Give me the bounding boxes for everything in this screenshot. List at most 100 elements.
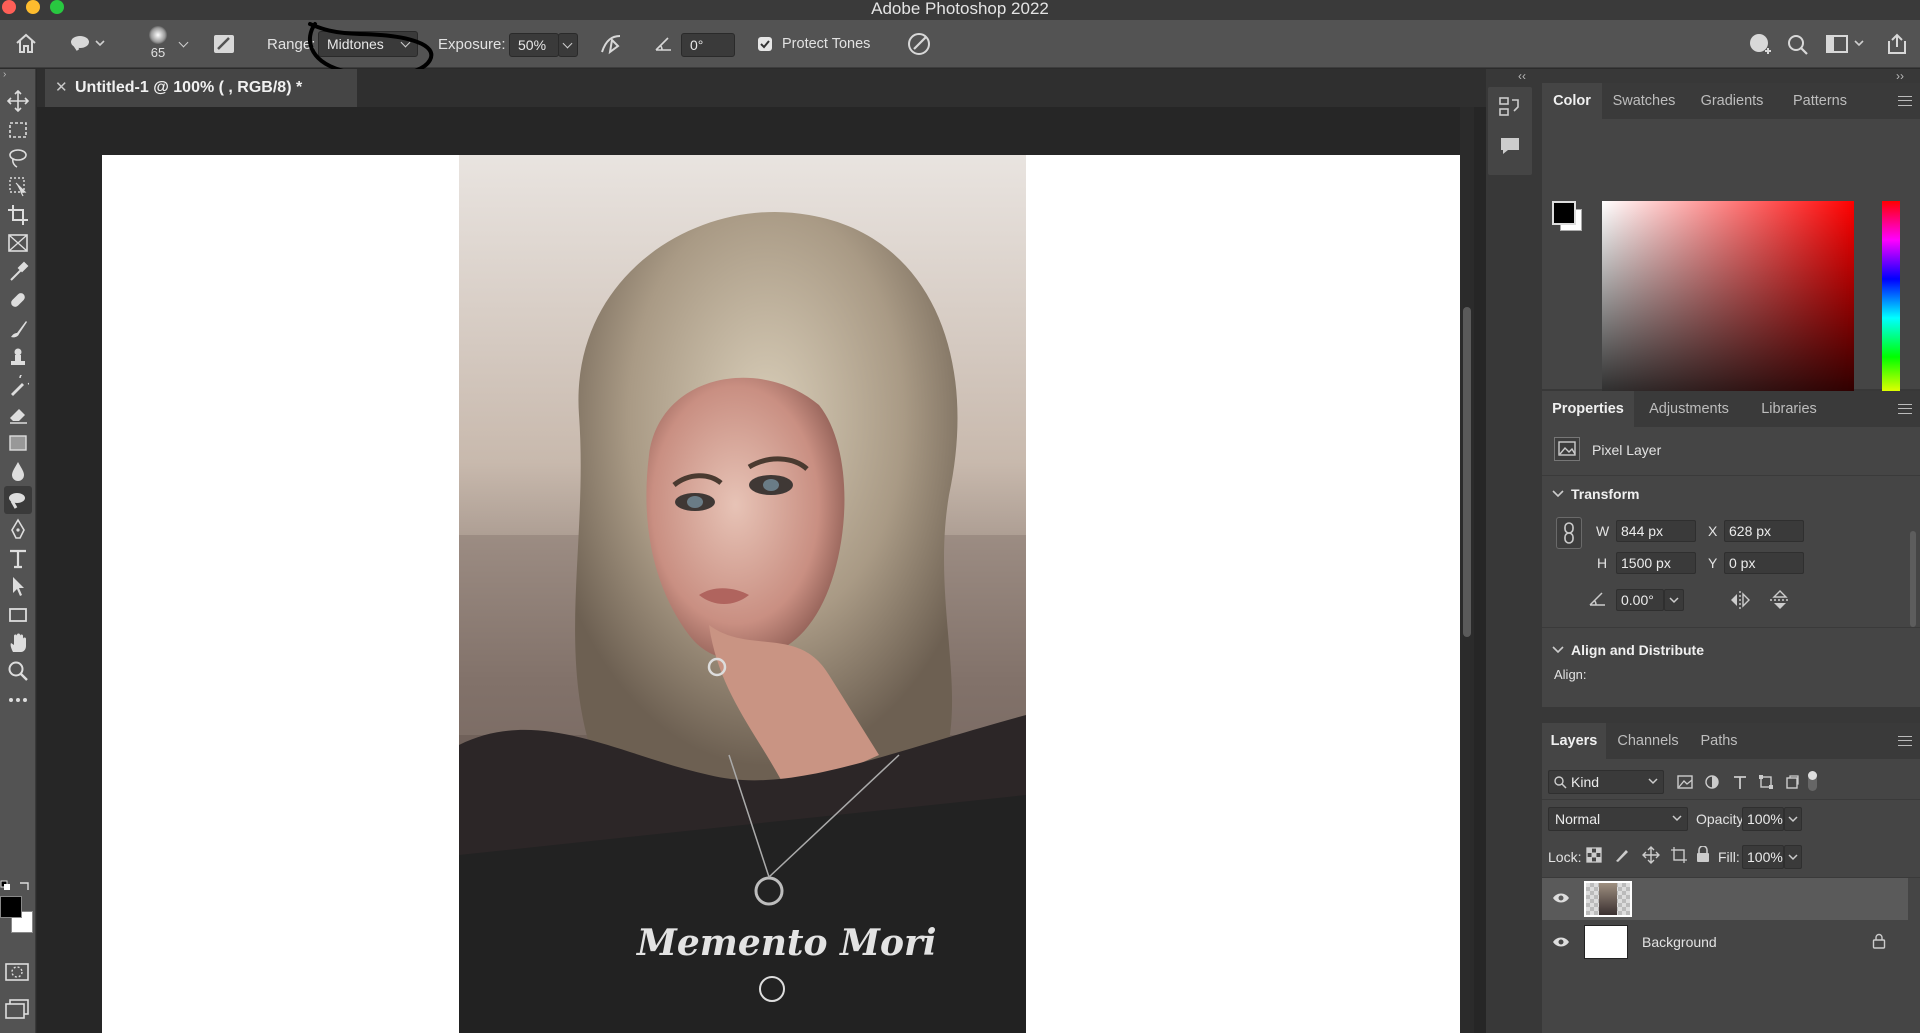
protect-tones-checkbox[interactable] bbox=[758, 37, 772, 51]
height-input[interactable]: 1500 px bbox=[1616, 552, 1696, 574]
hand-tool[interactable] bbox=[4, 629, 32, 657]
tab-libraries[interactable]: Libraries bbox=[1744, 391, 1834, 427]
chevron-down-icon[interactable] bbox=[178, 37, 189, 48]
blur-tool[interactable] bbox=[4, 457, 32, 485]
rectangle-tool[interactable] bbox=[4, 601, 32, 629]
object-selection-tool[interactable] bbox=[4, 172, 32, 200]
brush-angle-input[interactable]: 0° bbox=[681, 33, 735, 57]
tab-swatches[interactable]: Swatches bbox=[1602, 83, 1686, 119]
dodge-tool[interactable] bbox=[4, 486, 32, 514]
filter-type-layers-icon[interactable] bbox=[1732, 774, 1748, 790]
flip-vertical-button[interactable] bbox=[1768, 589, 1792, 611]
home-button[interactable] bbox=[14, 32, 38, 54]
lock-position-icon[interactable] bbox=[1642, 846, 1660, 864]
portrait-photo-layer[interactable]: Memento Mori bbox=[459, 155, 1026, 1033]
chevron-down-icon[interactable] bbox=[1552, 645, 1564, 655]
opacity-input[interactable]: 100% bbox=[1742, 807, 1784, 831]
expand-panels-icon[interactable]: ›› bbox=[1896, 69, 1904, 83]
layer-name[interactable]: Background bbox=[1642, 934, 1717, 950]
expand-toolbar-icon[interactable]: › bbox=[0, 69, 36, 80]
lock-artboard-icon[interactable] bbox=[1670, 847, 1688, 863]
width-input[interactable]: 844 px bbox=[1616, 520, 1696, 542]
lock-all-icon[interactable] bbox=[1696, 846, 1710, 863]
lock-transparent-pixels-icon[interactable] bbox=[1586, 847, 1602, 863]
panel-menu-icon[interactable] bbox=[1898, 96, 1912, 106]
y-input[interactable]: 0 px bbox=[1724, 552, 1804, 574]
eyedropper-tool[interactable] bbox=[4, 258, 32, 286]
edit-toolbar[interactable] bbox=[4, 686, 32, 714]
document-tab[interactable]: ✕ Untitled-1 @ 100% ( , RGB/8) * bbox=[45, 69, 357, 107]
tab-color[interactable]: Color bbox=[1542, 83, 1602, 119]
crop-tool[interactable] bbox=[4, 201, 32, 229]
fill-input[interactable]: 100% bbox=[1742, 845, 1784, 869]
close-tab-icon[interactable]: ✕ bbox=[55, 69, 68, 107]
canvas-area[interactable]: Memento Mori bbox=[37, 107, 1493, 1033]
history-brush-tool[interactable] bbox=[4, 372, 32, 400]
gradient-tool[interactable] bbox=[4, 429, 32, 457]
filter-pixel-layers-icon[interactable] bbox=[1676, 774, 1694, 790]
layer-row-selected[interactable] bbox=[1542, 878, 1908, 920]
path-selection-tool[interactable] bbox=[4, 572, 32, 600]
filter-smart-objects-icon[interactable] bbox=[1784, 774, 1800, 790]
filter-adjustment-layers-icon[interactable] bbox=[1704, 774, 1720, 790]
tab-patterns[interactable]: Patterns bbox=[1778, 83, 1862, 119]
x-input[interactable]: 628 px bbox=[1724, 520, 1804, 542]
filter-shape-layers-icon[interactable] bbox=[1758, 774, 1774, 790]
move-tool[interactable] bbox=[4, 87, 32, 115]
rectangular-marquee-tool[interactable] bbox=[4, 116, 32, 144]
tab-channels[interactable]: Channels bbox=[1606, 723, 1690, 759]
color-panel-foreground-swatch[interactable] bbox=[1552, 201, 1576, 225]
close-window-button[interactable] bbox=[2, 0, 16, 14]
panel-menu-icon[interactable] bbox=[1898, 404, 1912, 414]
airbrush-toggle[interactable] bbox=[598, 32, 624, 56]
blend-mode-select[interactable]: Normal bbox=[1548, 807, 1688, 831]
fill-slider-toggle[interactable] bbox=[1784, 845, 1802, 869]
brush-tool[interactable] bbox=[4, 315, 32, 343]
tab-adjustments[interactable]: Adjustments bbox=[1634, 391, 1744, 427]
collapse-dock-icon[interactable]: ‹‹ bbox=[1518, 69, 1526, 83]
layer-row-background[interactable]: Background bbox=[1542, 921, 1908, 963]
history-panel-button[interactable] bbox=[1498, 95, 1522, 119]
canvas-vertical-scrollbar[interactable] bbox=[1460, 107, 1474, 1033]
zoom-window-button[interactable] bbox=[50, 0, 64, 14]
properties-scrollbar-thumb[interactable] bbox=[1910, 531, 1916, 627]
flip-horizontal-button[interactable] bbox=[1728, 589, 1752, 611]
quick-mask-button[interactable] bbox=[4, 962, 30, 982]
tab-layers[interactable]: Layers bbox=[1542, 723, 1606, 759]
lock-image-pixels-icon[interactable] bbox=[1614, 847, 1630, 863]
zoom-tool[interactable] bbox=[4, 657, 32, 685]
filter-toggle-switch[interactable] bbox=[1808, 771, 1817, 791]
share-button[interactable] bbox=[1886, 33, 1908, 55]
brush-settings-toggle[interactable] bbox=[212, 33, 236, 55]
minimize-window-button[interactable] bbox=[26, 0, 40, 14]
spot-healing-brush-tool[interactable] bbox=[4, 286, 32, 314]
default-colors-button[interactable] bbox=[0, 880, 36, 894]
screen-mode-button[interactable] bbox=[4, 998, 30, 1020]
eye-visibility-icon[interactable] bbox=[1552, 892, 1570, 904]
learn-button[interactable] bbox=[1748, 32, 1774, 56]
panel-menu-icon[interactable] bbox=[1898, 736, 1912, 746]
brush-size-picker[interactable]: 65 bbox=[143, 26, 173, 62]
frame-tool[interactable] bbox=[4, 229, 32, 257]
foreground-color-swatch-front[interactable] bbox=[0, 896, 22, 918]
chevron-down-icon[interactable] bbox=[1552, 489, 1564, 499]
comments-panel-button[interactable] bbox=[1498, 135, 1522, 157]
pen-tool[interactable] bbox=[4, 515, 32, 543]
workspace-button[interactable] bbox=[1826, 34, 1866, 54]
tool-preset-picker[interactable] bbox=[70, 33, 106, 53]
pressure-size-toggle[interactable] bbox=[906, 31, 932, 57]
eraser-tool[interactable] bbox=[4, 400, 32, 428]
opacity-slider-toggle[interactable] bbox=[1784, 807, 1802, 831]
rotation-input[interactable]: 0.00° bbox=[1616, 589, 1664, 611]
search-button[interactable] bbox=[1787, 34, 1809, 56]
type-tool[interactable] bbox=[4, 544, 32, 572]
lasso-tool[interactable] bbox=[4, 144, 32, 172]
rotation-dropdown[interactable] bbox=[1664, 589, 1684, 611]
tab-gradients[interactable]: Gradients bbox=[1686, 83, 1778, 119]
link-dimensions-button[interactable] bbox=[1556, 517, 1582, 549]
tab-properties[interactable]: Properties bbox=[1542, 391, 1634, 427]
scrollbar-thumb[interactable] bbox=[1463, 307, 1471, 637]
tab-paths[interactable]: Paths bbox=[1690, 723, 1748, 759]
exposure-slider-toggle[interactable] bbox=[558, 33, 578, 57]
eye-visibility-icon[interactable] bbox=[1552, 936, 1570, 948]
